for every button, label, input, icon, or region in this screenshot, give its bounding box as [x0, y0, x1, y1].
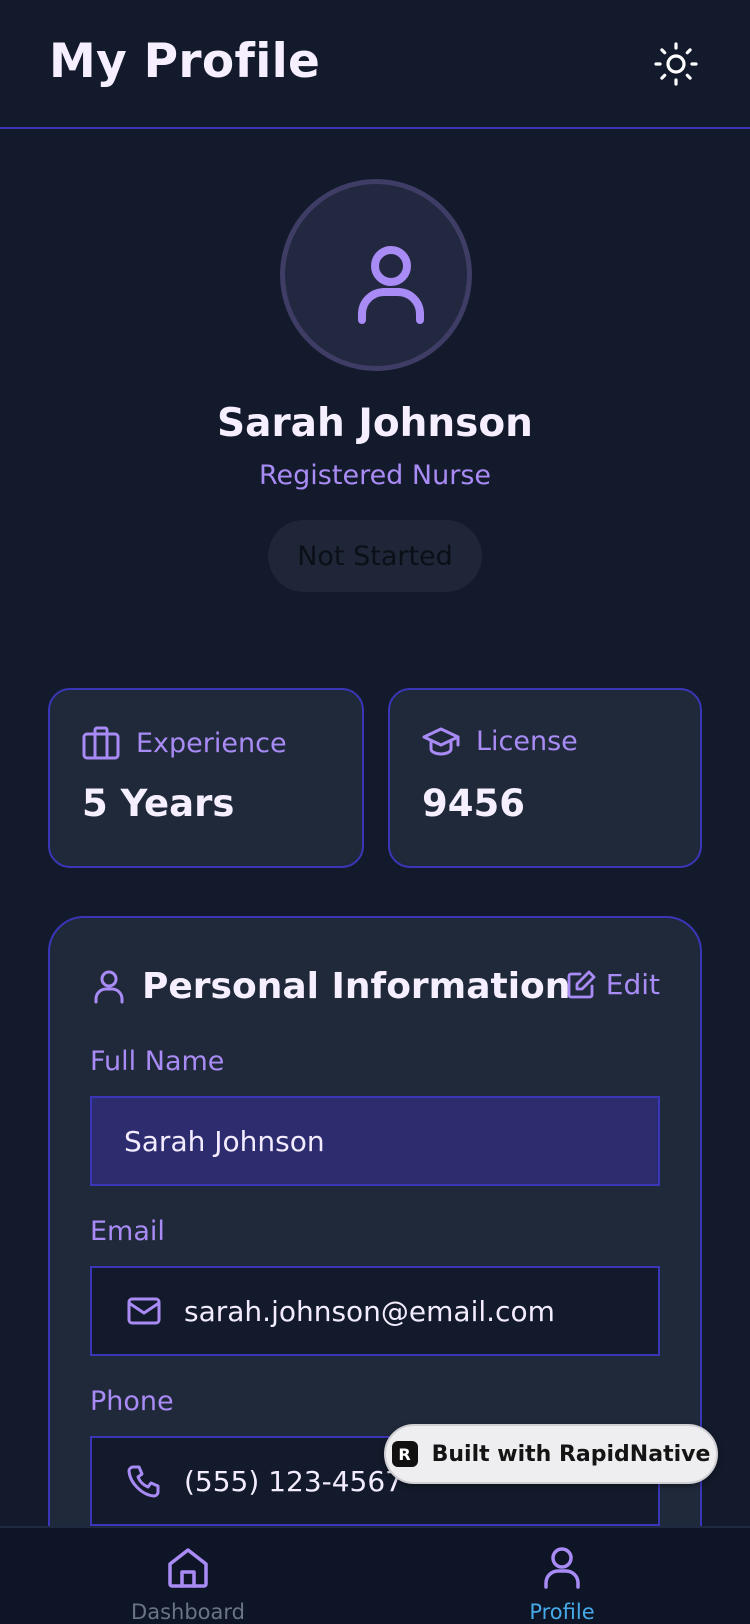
- tab-profile-label: Profile: [529, 1600, 595, 1624]
- user-icon: [94, 970, 124, 1003]
- bottom-tab-bar: Dashboard Profile: [0, 1526, 750, 1624]
- header: My Profile: [0, 0, 750, 129]
- home-icon: [168, 1548, 208, 1588]
- edit-icon: [567, 970, 596, 998]
- email-field[interactable]: sarah.johnson@email.com: [90, 1266, 660, 1356]
- phone-value: (555) 123-4567: [184, 1464, 403, 1498]
- full-name-value: Sarah Johnson: [124, 1124, 325, 1158]
- experience-value: 5 Years: [82, 782, 235, 825]
- sun-icon: [654, 42, 698, 86]
- page-title: My Profile: [49, 34, 321, 89]
- full-name-label: Full Name: [90, 1046, 225, 1077]
- rapidnative-badge[interactable]: R Built with RapidNative: [384, 1424, 718, 1484]
- tab-dashboard[interactable]: Dashboard: [58, 1528, 318, 1624]
- tab-profile[interactable]: Profile: [432, 1528, 692, 1624]
- license-label: License: [476, 726, 578, 757]
- phone-label: Phone: [90, 1386, 174, 1417]
- section-title: Personal Information: [142, 966, 571, 1007]
- badge-text: Built with RapidNative: [431, 1441, 711, 1467]
- profile-content[interactable]: Sarah Johnson Registered Nurse Not Start…: [0, 131, 750, 1526]
- briefcase-icon: [82, 726, 120, 760]
- license-value: 9456: [422, 782, 525, 825]
- status-badge: Not Started: [268, 520, 482, 592]
- experience-label: Experience: [136, 727, 287, 759]
- email-label: Email: [90, 1216, 165, 1247]
- theme-toggle-button[interactable]: [652, 40, 700, 88]
- experience-card: Experience 5 Years: [48, 688, 364, 868]
- edit-label: Edit: [605, 968, 660, 1001]
- email-value: sarah.johnson@email.com: [184, 1294, 555, 1328]
- rapidnative-logo-icon: R: [391, 1441, 418, 1467]
- tab-dashboard-label: Dashboard: [131, 1600, 245, 1624]
- phone-icon: [127, 1465, 160, 1498]
- graduation-cap-icon: [422, 727, 460, 755]
- edit-button[interactable]: Edit: [566, 968, 660, 1001]
- user-icon: [358, 246, 424, 324]
- user-name: Sarah Johnson: [217, 401, 533, 446]
- mail-icon: [127, 1297, 161, 1325]
- avatar[interactable]: [280, 179, 472, 371]
- user-icon: [544, 1547, 580, 1589]
- license-card: License 9456: [388, 688, 702, 868]
- user-role: Registered Nurse: [259, 460, 491, 491]
- full-name-field[interactable]: Sarah Johnson: [90, 1096, 660, 1186]
